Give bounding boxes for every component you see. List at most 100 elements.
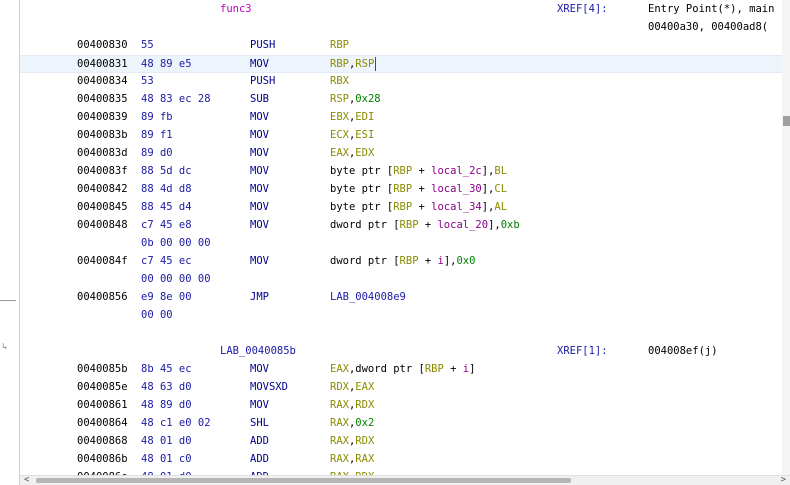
operand-register[interactable]: RSP	[330, 93, 349, 105]
operand-register[interactable]: RBP	[400, 219, 419, 231]
instruction-mnemonic[interactable]: SHL	[250, 414, 269, 432]
instruction-operands[interactable]: RAX,RAX	[330, 450, 374, 468]
instruction-mnemonic[interactable]: MOV	[250, 198, 269, 216]
operand-register[interactable]: RSP	[355, 58, 374, 70]
instruction-address[interactable]: 00400842	[77, 180, 128, 198]
instruction-operands[interactable]: EAX,EDX	[330, 144, 374, 162]
instruction-bytes[interactable]: 48 89 d0	[141, 396, 192, 414]
instruction-operands[interactable]: RAX,RDX	[330, 432, 374, 450]
instruction-mnemonic[interactable]: ADD	[250, 432, 269, 450]
instruction-address[interactable]: 0040084f	[77, 252, 128, 270]
vertical-scrollbar[interactable]	[782, 0, 790, 476]
operand-register[interactable]: RDX	[330, 381, 349, 393]
instruction-row[interactable]: 00400868 48 01 d0 ADD RAX,RDX	[20, 432, 782, 450]
instruction-mnemonic[interactable]: SUB	[250, 90, 269, 108]
instruction-mnemonic[interactable]: MOV	[250, 216, 269, 234]
instruction-bytes[interactable]: 8b 45 ec	[141, 360, 192, 378]
instruction-bytes[interactable]: 00 00 00 00	[141, 270, 211, 288]
operand-register[interactable]: RAX	[330, 435, 349, 447]
operand-local-variable[interactable]: local_2c	[431, 165, 482, 177]
instruction-operands[interactable]: RBP,RSP	[330, 56, 377, 72]
instruction-bytes[interactable]: 89 d0	[141, 144, 173, 162]
scroll-left-icon[interactable]: <	[24, 475, 29, 485]
instruction-address[interactable]: 00400835	[77, 90, 128, 108]
instruction-address[interactable]: 00400848	[77, 216, 128, 234]
instruction-row[interactable]: 00400848 c7 45 e8 MOV dword ptr [RBP + loca…	[20, 216, 782, 234]
instruction-address[interactable]: 00400839	[77, 108, 128, 126]
instruction-mnemonic[interactable]: MOV	[250, 180, 269, 198]
scroll-right-icon[interactable]: >	[781, 475, 786, 485]
operand-register[interactable]: EAX	[355, 381, 374, 393]
instruction-bytes[interactable]: 48 c1 e0 02	[141, 414, 211, 432]
operand-register[interactable]: RAX	[355, 453, 374, 465]
operand-register[interactable]: BL	[494, 165, 507, 177]
operand-register[interactable]: RBP	[330, 39, 349, 51]
instruction-operands[interactable]: byte ptr [RBP + local_34],AL	[330, 198, 507, 216]
instruction-bytes[interactable]: 48 89 e5	[141, 56, 192, 72]
operand-number[interactable]: 0x0	[456, 255, 475, 267]
instruction-bytes[interactable]: e9 8e 00	[141, 288, 192, 306]
operand-register[interactable]: RDX	[355, 435, 374, 447]
disassembly-listing[interactable]: func3 XREF[4]: Entry Point(*), main 00400a3…	[20, 0, 782, 476]
instruction-operands[interactable]: RAX,RDX	[330, 396, 374, 414]
instruction-row[interactable]: 00400864 48 c1 e0 02 SHL RAX,0x2	[20, 414, 782, 432]
instruction-address[interactable]: 00400845	[77, 198, 128, 216]
operand-register[interactable]: RBP	[425, 363, 444, 375]
instruction-operands[interactable]: EBX,EDI	[330, 108, 374, 126]
instruction-row[interactable]: 0040083b 89 f1 MOV ECX,ESI	[20, 126, 782, 144]
instruction-row[interactable]: 0040086b 48 01 c0 ADD RAX,RAX	[20, 450, 782, 468]
instruction-address[interactable]: 00400861	[77, 396, 128, 414]
instruction-operands[interactable]: RBP	[330, 36, 349, 54]
operand-register[interactable]: RBP	[393, 201, 412, 213]
instruction-row[interactable]: 00400856 e9 8e 00 JMP LAB_004008e9	[20, 288, 782, 306]
xref-value[interactable]: 004008ef(j)	[648, 342, 718, 360]
instruction-bytes[interactable]: c7 45 e8	[141, 216, 192, 234]
instruction-operands[interactable]: dword ptr [RBP + local_20],0xb	[330, 216, 520, 234]
instruction-row[interactable]: 00400835 48 83 ec 28 SUB RSP,0x28	[20, 90, 782, 108]
instruction-mnemonic[interactable]: MOV	[250, 108, 269, 126]
instruction-row[interactable]: 0040085b 8b 45 ec MOV EAX,dword ptr [RBP + …	[20, 360, 782, 378]
instruction-bytes[interactable]: 48 63 d0	[141, 378, 192, 396]
instruction-row[interactable]: 0040084f c7 45 ec MOV dword ptr [RBP + i],0…	[20, 252, 782, 270]
instruction-address[interactable]: 0040085b	[77, 360, 128, 378]
horizontal-scrollbar[interactable]: < >	[20, 475, 790, 485]
operand-number[interactable]: 0x2	[355, 417, 374, 429]
instruction-mnemonic[interactable]: MOVSXD	[250, 378, 288, 396]
function-header-name[interactable]: func3	[220, 0, 252, 18]
vertical-scroll-thumb[interactable]	[783, 116, 790, 126]
instruction-mnemonic[interactable]: MOV	[250, 396, 269, 414]
instruction-row[interactable]: 00400842 88 4d d8 MOV byte ptr [RBP + local…	[20, 180, 782, 198]
instruction-row[interactable]: 00400830 55 PUSH RBP	[20, 36, 782, 54]
instruction-mnemonic[interactable]: MOV	[250, 126, 269, 144]
instruction-row[interactable]: 00400861 48 89 d0 MOV RAX,RDX	[20, 396, 782, 414]
instruction-mnemonic[interactable]: PUSH	[250, 72, 275, 90]
instruction-bytes[interactable]: 48 01 c0	[141, 450, 192, 468]
operand-register[interactable]: ESI	[355, 129, 374, 141]
operand-register[interactable]: EBX	[330, 111, 349, 123]
operand-local-variable[interactable]: local_34	[431, 201, 482, 213]
operand-register[interactable]: AL	[494, 201, 507, 213]
instruction-bytes[interactable]: 89 fb	[141, 108, 173, 126]
instruction-operands[interactable]: ECX,ESI	[330, 126, 374, 144]
instruction-operands[interactable]: RAX,0x2	[330, 414, 374, 432]
xref-value[interactable]: Entry Point(*), main	[648, 0, 774, 18]
operand-register[interactable]: RAX	[330, 399, 349, 411]
instruction-address[interactable]: 0040083d	[77, 144, 128, 162]
instruction-mnemonic[interactable]: MOV	[250, 360, 269, 378]
instruction-address[interactable]: 00400868	[77, 432, 128, 450]
instruction-bytes[interactable]: 88 4d d8	[141, 180, 192, 198]
operand-register[interactable]: EAX	[330, 147, 349, 159]
instruction-operands[interactable]: dword ptr [RBP + i],0x0	[330, 252, 475, 270]
function-header[interactable]: func3 XREF[4]: Entry Point(*), main	[20, 0, 782, 18]
operand-number[interactable]: 0x28	[355, 93, 380, 105]
operand-register[interactable]: RDX	[355, 399, 374, 411]
instruction-bytes[interactable]: 53	[141, 72, 154, 90]
instruction-row[interactable]: 0040085e 48 63 d0 MOVSXD RDX,EAX	[20, 378, 782, 396]
instruction-operands[interactable]: RDX,EAX	[330, 378, 374, 396]
instruction-operands[interactable]: EAX,dword ptr [RBP + i]	[330, 360, 475, 378]
instruction-row[interactable]: 00 00 00 00	[20, 270, 782, 288]
instruction-row[interactable]: 00400834 53 PUSH RBX	[20, 72, 782, 90]
operand-register[interactable]: RBP	[330, 58, 349, 70]
instruction-row[interactable]: 0b 00 00 00	[20, 234, 782, 252]
instruction-row[interactable]: 0040083f 88 5d dc MOV byte ptr [RBP + local…	[20, 162, 782, 180]
